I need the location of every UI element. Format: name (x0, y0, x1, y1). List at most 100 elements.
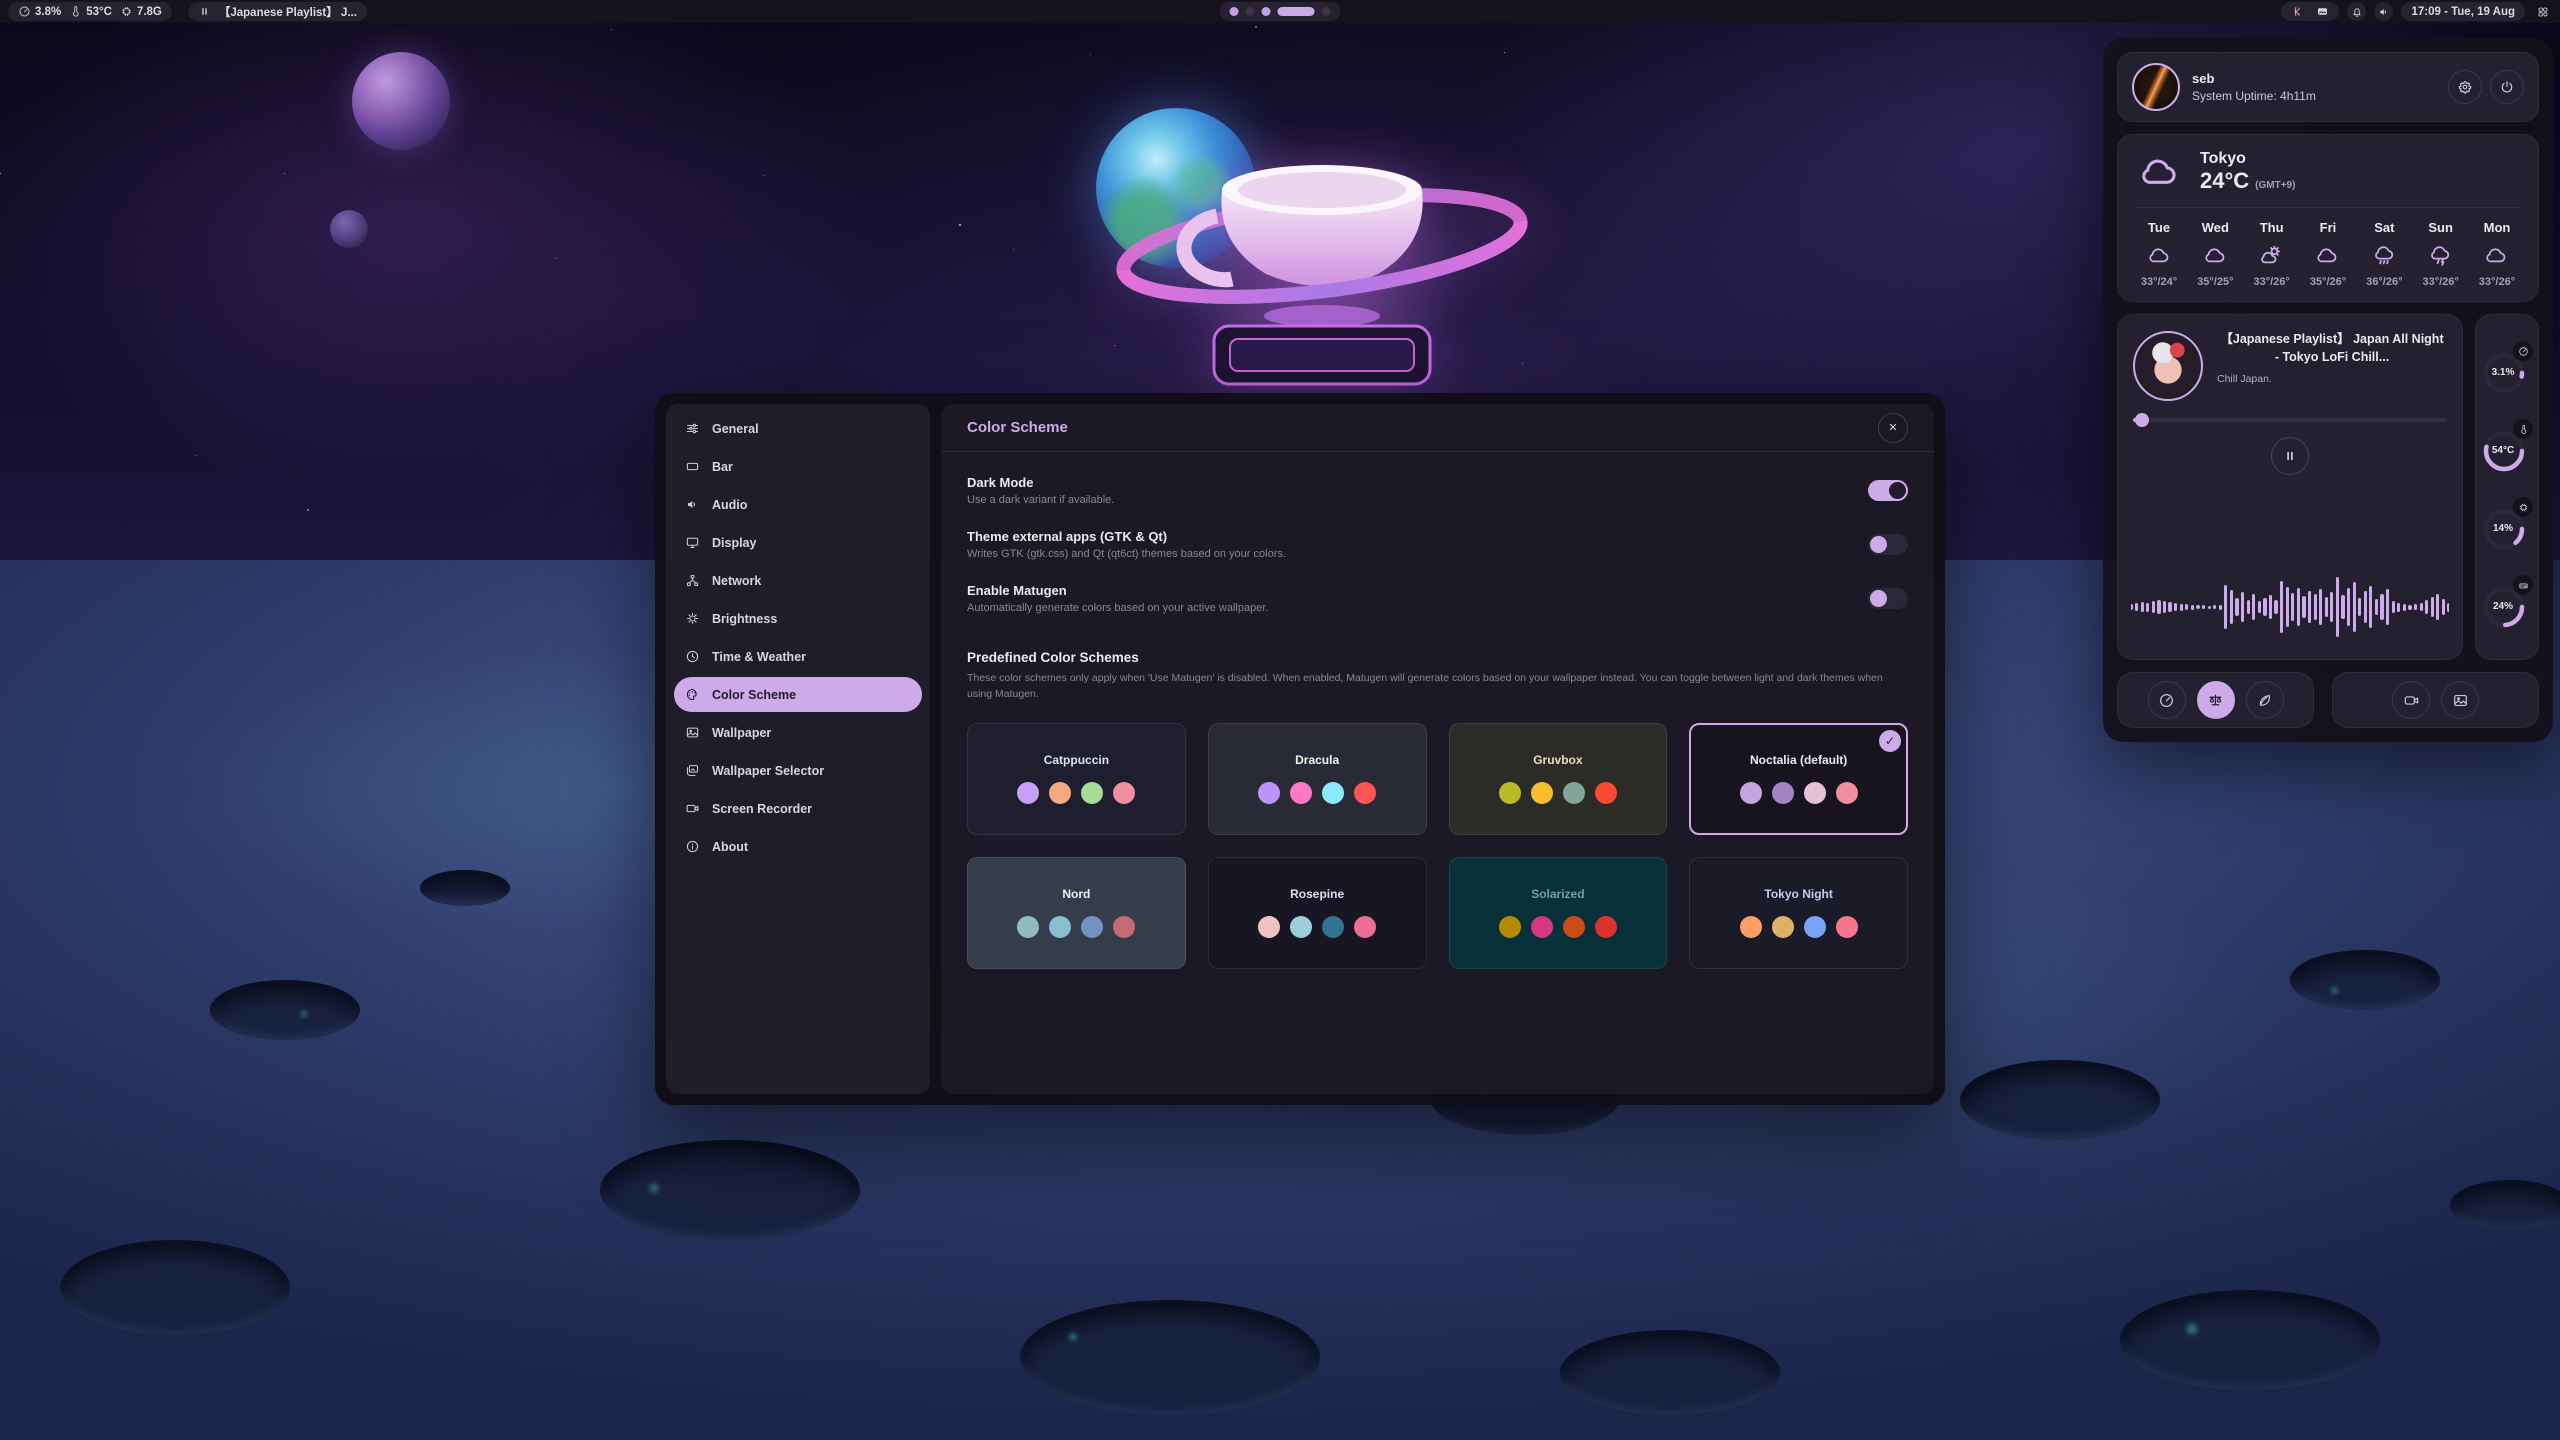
notifications-icon[interactable] (2347, 2, 2366, 21)
gauge-icon (2158, 692, 2175, 709)
toggle-dark-mode[interactable] (1868, 480, 1908, 501)
forecast-day-sun: Sun33°/26° (2416, 220, 2466, 288)
imagestack-icon (685, 763, 700, 778)
sidebar-item-audio[interactable]: Audio (674, 487, 922, 522)
workspace-indicator[interactable] (1220, 2, 1341, 21)
sidebar-item-screen-recorder[interactable]: Screen Recorder (674, 791, 922, 826)
visualizer-bar (2380, 594, 2383, 620)
volume-icon[interactable] (2374, 2, 2393, 21)
tray-app-icon-2[interactable] (2316, 5, 2329, 18)
sidebar-item-general[interactable]: General (674, 411, 922, 446)
header-divider (941, 451, 1934, 452)
scheme-swatches (1258, 916, 1376, 938)
scheme-card-noctalia-default[interactable]: Noctalia (default)✓ (1689, 723, 1908, 835)
swatch (1290, 782, 1312, 804)
sidebar-item-brightness[interactable]: Brightness (674, 601, 922, 636)
scheme-card-tokyo-night[interactable]: Tokyo Night (1689, 857, 1908, 969)
scheme-card-solarized[interactable]: Solarized (1449, 857, 1668, 969)
setting-description: Use a dark variant if available. (967, 494, 1114, 506)
cpu-usage-icon (18, 5, 31, 18)
scheme-card-gruvbox[interactable]: Gruvbox (1449, 723, 1668, 835)
visualizer-bar (2174, 603, 2177, 611)
media-progress-bar[interactable] (2133, 418, 2447, 422)
toggle-enable-matugen[interactable] (1868, 588, 1908, 609)
scheme-card-rosepine[interactable]: Rosepine (1208, 857, 1427, 969)
forecast-day-name: Tue (2148, 220, 2170, 235)
workspace-dot-3[interactable] (1262, 7, 1271, 16)
sidebar-item-display[interactable]: Display (674, 525, 922, 560)
scheme-swatches (1017, 782, 1135, 804)
sidebar-item-wallpaper-selector[interactable]: Wallpaper Selector (674, 753, 922, 788)
clock[interactable]: 17:09 - Tue, 19 Aug (2401, 2, 2525, 21)
visualizer-bar (2403, 604, 2406, 611)
visualizer-bar (2442, 599, 2445, 615)
scheme-swatches (1499, 916, 1617, 938)
profile-balanced-button[interactable] (2197, 681, 2235, 719)
launcher-icon[interactable] (2533, 2, 2552, 21)
scheme-grid: CatppuccinDraculaGruvboxNoctalia (defaul… (967, 723, 1908, 969)
sidebar-item-network[interactable]: Network (674, 563, 922, 598)
visualizer-bar (2291, 593, 2294, 621)
swatch (1081, 782, 1103, 804)
workspace-dot-4[interactable] (1278, 7, 1315, 16)
power-button[interactable] (2490, 70, 2524, 104)
toggle-theme-external-apps-gtk-qt[interactable] (1868, 534, 1908, 555)
sidebar-item-label: Wallpaper (712, 726, 771, 740)
scheme-card-nord[interactable]: Nord (967, 857, 1186, 969)
scheme-card-dracula[interactable]: Dracula (1208, 723, 1427, 835)
visualizer-bar (2141, 602, 2144, 612)
wallpaper-tool-button[interactable] (2441, 681, 2479, 719)
bar-media-pill[interactable]: 【Japanese Playlist】 J... (188, 2, 367, 21)
workspace-dot-2[interactable] (1246, 7, 1255, 16)
swatch (1354, 916, 1376, 938)
visualizer-bar (2341, 595, 2344, 619)
screen-recorder-button[interactable] (2392, 681, 2430, 719)
scheme-card-catppuccin[interactable]: Catppuccin (967, 723, 1186, 835)
visualizer-bar (2213, 605, 2216, 609)
workspace-dot-5[interactable] (1322, 7, 1331, 16)
media-progress-knob[interactable] (2135, 413, 2149, 427)
sidebar-item-label: Time & Weather (712, 650, 806, 664)
weather-cloud-icon (2134, 150, 2186, 194)
workspace-dot-1[interactable] (1230, 7, 1239, 16)
visualizer-bar (2185, 604, 2188, 610)
close-button[interactable]: ✕ (1878, 413, 1908, 443)
play-pause-button[interactable] (2271, 437, 2309, 475)
sidebar-item-time-weather[interactable]: Time & Weather (674, 639, 922, 674)
tray-app-icon-1[interactable] (2291, 5, 2304, 18)
scheme-swatches (1258, 782, 1376, 804)
visualizer-bar (2163, 601, 2166, 613)
sidebar-item-wallpaper[interactable]: Wallpaper (674, 715, 922, 750)
visualizer-bar (2436, 594, 2439, 620)
weather-city: Tokyo (2200, 150, 2295, 168)
forecast-temps: 35°/25° (2197, 276, 2233, 288)
visualizer-bar (2325, 597, 2328, 617)
clock-text: 17:09 - Tue, 19 Aug (2411, 6, 2515, 18)
profile-powersave-button[interactable] (2246, 681, 2284, 719)
sidebar-item-bar[interactable]: Bar (674, 449, 922, 484)
swatch (1531, 916, 1553, 938)
settings-button[interactable] (2448, 70, 2482, 104)
swatch (1740, 782, 1762, 804)
setting-title: Enable Matugen (967, 583, 1268, 598)
profile-performance-button[interactable] (2148, 681, 2186, 719)
system-stats-pill[interactable]: 3.8% 53°C 7.8G (8, 2, 172, 21)
pause-icon (2282, 448, 2298, 464)
desktop: 3.8% 53°C 7.8G 【Japanese Playlist】 J... … (0, 0, 2560, 1440)
forecast-day-sat: Sat36°/26° (2359, 220, 2409, 288)
swatch (1836, 916, 1858, 938)
settings-content: Color Scheme ✕ Dark ModeUse a dark varia… (941, 404, 1934, 1094)
memory-icon (120, 5, 133, 18)
sidebar-item-about[interactable]: About (674, 829, 922, 864)
forecast-temps: 35°/26° (2310, 276, 2346, 288)
glow-bit (648, 1182, 660, 1194)
weather-divider (2134, 207, 2522, 208)
swatch (1113, 916, 1135, 938)
sidebar-item-color-scheme[interactable]: Color Scheme (674, 677, 922, 712)
sidebar-item-label: Wallpaper Selector (712, 764, 824, 778)
swatch (1113, 782, 1135, 804)
forecast-day-name: Thu (2260, 220, 2284, 235)
visualizer-bar (2358, 598, 2361, 616)
visualizer-bar (2375, 599, 2378, 615)
control-panel: seb System Uptime: 4h11m Tokyo 24°C (GMT… (2103, 38, 2553, 742)
